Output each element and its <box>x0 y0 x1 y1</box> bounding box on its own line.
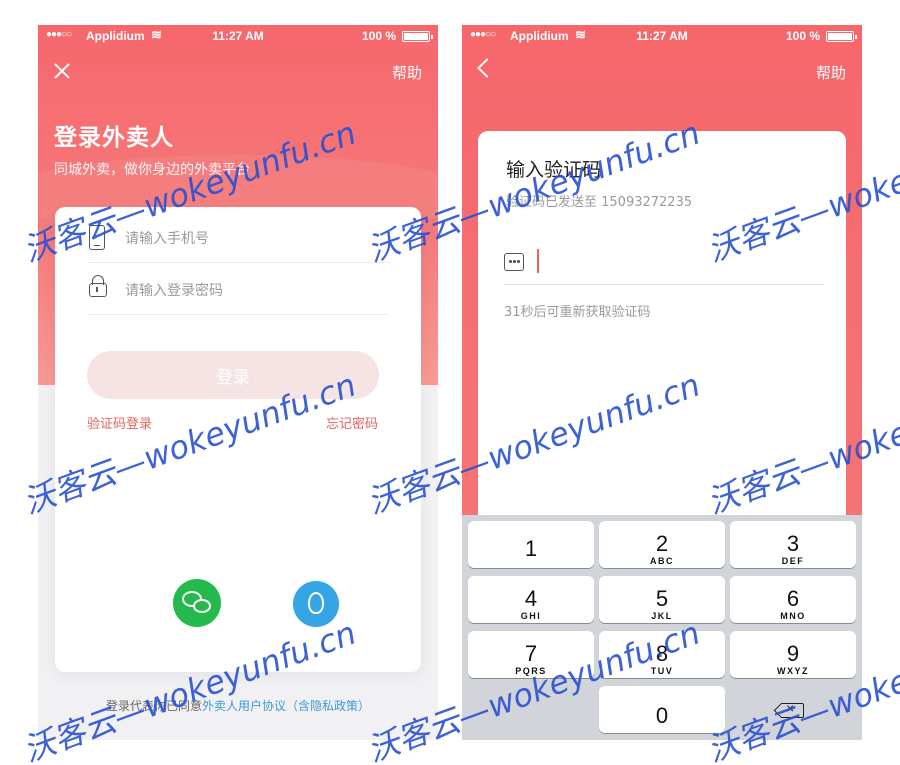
key-3[interactable]: 3 DEF <box>730 521 856 568</box>
code-login-link[interactable]: 验证码登录 <box>87 413 152 432</box>
wechat-login-button[interactable] <box>173 579 221 627</box>
key-9[interactable]: 9 WXYZ <box>730 631 856 678</box>
key-5[interactable]: 5 JKL <box>599 576 725 623</box>
code-input-row[interactable] <box>504 243 824 285</box>
battery-fill <box>404 33 428 40</box>
phone-input[interactable] <box>125 227 375 251</box>
verify-code-screen: ●●●○○ Applidium ≋ 11:27 AM 100 % 帮助 输入验证… <box>462 25 862 740</box>
code-sent-text: 验证码已发送至 15093272235 <box>506 195 693 210</box>
message-icon-dot <box>513 260 516 263</box>
agreement-prefix: 登录代表你已同意 <box>105 699 202 713</box>
key-digit: 2 <box>655 530 669 556</box>
key-digit: 6 <box>786 585 800 611</box>
key-letters: WXYZ <box>777 665 809 676</box>
login-card: 登录 验证码登录 忘记密码 <box>55 207 421 672</box>
resend-countdown: 31秒后可重新获取验证码 <box>504 305 651 320</box>
key-letters: DEF <box>781 555 805 566</box>
numeric-keypad: 1 2 ABC 3 DEF 4 GHI 5 JKL 6 MNO 7 PQRS 8 <box>462 515 862 740</box>
qq-icon <box>308 592 324 614</box>
key-2[interactable]: 2 ABC <box>599 521 725 568</box>
key-letters: GHI <box>520 610 542 621</box>
agreement-text: 登录代表你已同意外卖人用户协议（含隐私政策） <box>38 697 438 714</box>
key-digit: 0 <box>655 702 669 728</box>
key-0[interactable]: 0 <box>599 686 725 733</box>
mobile-phone-icon <box>89 225 105 250</box>
forgot-password-link[interactable]: 忘记密码 <box>326 413 378 432</box>
status-bar: ●●●○○ Applidium ≋ 11:27 AM 100 % <box>462 25 862 47</box>
message-icon-dot <box>509 260 512 263</box>
battery-percent: 100 % <box>361 29 396 43</box>
battery-fill <box>828 33 852 40</box>
key-digit: 9 <box>786 640 800 666</box>
status-bar: ●●●○○ Applidium ≋ 11:27 AM 100 % <box>38 25 438 47</box>
key-letters: ABC <box>650 555 674 566</box>
delete-key[interactable] <box>730 687 856 734</box>
key-letters: JKL <box>651 610 673 621</box>
agreement-link[interactable]: 外卖人用户协议（含隐私政策） <box>202 699 370 713</box>
key-digit: 3 <box>786 530 800 556</box>
message-icon-dot <box>517 260 520 263</box>
key-letters: TUV <box>650 665 674 676</box>
key-7[interactable]: 7 PQRS <box>468 631 594 678</box>
help-link[interactable]: 帮助 <box>392 62 422 83</box>
qq-login-button[interactable] <box>293 581 339 627</box>
text-cursor <box>537 249 539 273</box>
phone-field-row <box>87 213 389 263</box>
battery-icon <box>402 31 433 42</box>
key-1[interactable]: 1 <box>468 521 594 568</box>
battery-percent: 100 % <box>785 29 820 43</box>
login-button[interactable]: 登录 <box>87 351 379 399</box>
key-digit: 4 <box>524 585 538 611</box>
close-icon[interactable] <box>52 61 72 81</box>
backspace-icon <box>782 700 804 718</box>
message-icon <box>504 253 524 271</box>
password-field-row <box>87 265 389 315</box>
key-6[interactable]: 6 MNO <box>730 576 856 623</box>
key-8[interactable]: 8 TUV <box>599 631 725 678</box>
page-title: 登录外卖人 <box>54 125 174 151</box>
key-digit: 1 <box>524 535 538 561</box>
lock-icon <box>89 275 107 297</box>
key-digit: 5 <box>655 585 669 611</box>
battery-icon <box>826 31 857 42</box>
password-input[interactable] <box>125 279 375 303</box>
key-letters: PQRS <box>515 665 547 676</box>
key-4[interactable]: 4 GHI <box>468 576 594 623</box>
key-digit: 8 <box>655 640 669 666</box>
key-letters: MNO <box>780 610 806 621</box>
page-subtitle: 同城外卖，做你身边的外卖平台 <box>54 162 250 178</box>
wechat-icon-bubble <box>193 599 211 613</box>
key-digit: 7 <box>524 640 538 666</box>
page-title: 输入验证码 <box>506 159 602 181</box>
login-screen: ●●●○○ Applidium ≋ 11:27 AM 100 % 帮助 登录外卖… <box>38 25 438 740</box>
help-link[interactable]: 帮助 <box>816 62 846 83</box>
